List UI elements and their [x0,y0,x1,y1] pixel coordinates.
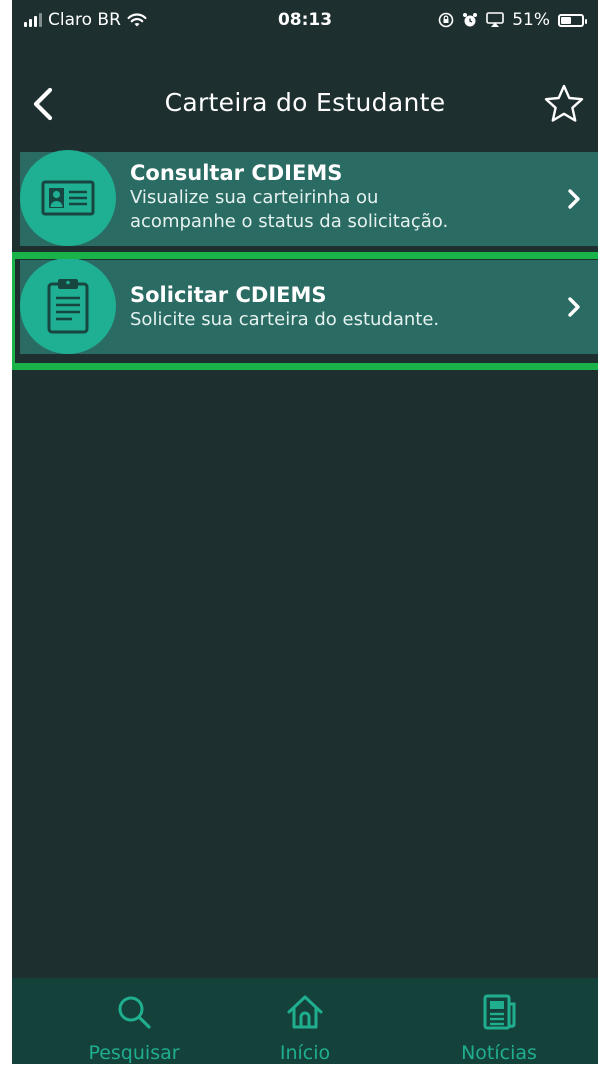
star-icon [544,84,584,122]
battery-icon [558,13,587,27]
item-title: Solicitar CDIEMS [130,283,327,307]
navigation-bar: Carteira do Estudante [12,68,598,140]
solicitar-cdiems-item[interactable]: Solicitar CDIEMS Solicite sua carteira d… [20,258,598,354]
search-icon [118,996,151,1029]
alarm-icon [463,13,478,27]
item-description-line2: acompanhe o status da solicitação. [130,211,449,232]
tab-home[interactable]: Início [225,992,385,1064]
clipboard-icon [47,279,89,334]
icon-circle [20,258,116,354]
chevron-right-icon [568,189,580,209]
tab-search[interactable]: Pesquisar [54,992,214,1064]
favorite-button[interactable] [542,82,586,126]
tab-home-label: Início [279,1042,331,1064]
page-title: Carteira do Estudante [164,88,446,117]
tab-news[interactable]: Notícias [419,992,579,1064]
item-texts: Consultar CDIEMS Visualize sua carteirin… [130,160,538,234]
item-title: Consultar CDIEMS [130,161,343,185]
tab-search-label: Pesquisar [88,1042,180,1064]
home-icon [287,995,323,1029]
consultar-cdiems-item[interactable]: Consultar CDIEMS Visualize sua carteirin… [20,150,598,246]
airplay-icon [486,12,505,27]
item-description-line1: Solicite sua carteira do estudante. [130,309,440,330]
status-right: 51% [438,10,587,30]
newspaper-icon [483,994,516,1030]
tab-bar: Pesquisar Início Notícias [12,978,598,1068]
item-description-line1: Visualize sua carteirinha ou [130,187,379,208]
battery-percent: 51% [512,10,550,30]
item-texts: Solicitar CDIEMS Solicite sua carteira d… [130,282,538,332]
battery-fill [561,16,571,24]
status-bar: Claro BR 08:13 51% [12,0,598,44]
bottom-edge [12,1064,598,1068]
icon-circle [20,150,116,246]
id-card-icon [41,180,95,216]
phone-screen: Claro BR 08:13 51% Carteira do Estudante… [12,0,598,1068]
chevron-right-icon [568,297,580,317]
tab-news-label: Notícias [461,1042,537,1064]
lock-rotation-icon [438,12,454,28]
